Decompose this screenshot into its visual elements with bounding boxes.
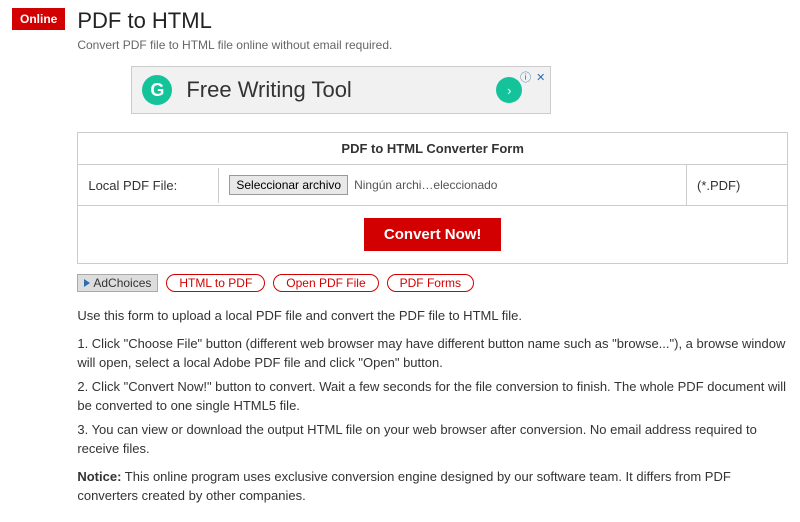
online-badge: Online (12, 8, 65, 30)
link-open-pdf-file[interactable]: Open PDF File (273, 274, 378, 292)
ad-logo-icon: G (142, 75, 172, 105)
file-label: Local PDF File: (78, 168, 219, 203)
link-pdf-forms[interactable]: PDF Forms (387, 274, 474, 292)
instruction-3: 3. You can view or download the output H… (77, 420, 788, 459)
instruction-2: 2. Click "Convert Now!" button to conver… (77, 377, 788, 416)
converter-form: PDF to HTML Converter Form Local PDF Fil… (77, 132, 788, 264)
ad-close-icon[interactable]: ⓘ ✕ (520, 69, 546, 85)
ad-text: Free Writing Tool (186, 77, 351, 103)
ad-banner[interactable]: G Free Writing Tool › ⓘ ✕ (131, 66, 551, 114)
form-header: PDF to HTML Converter Form (78, 133, 787, 165)
intro-text: Use this form to upload a local PDF file… (77, 306, 788, 326)
file-extension-label: (*.PDF) (687, 168, 787, 203)
page-title: PDF to HTML (77, 8, 788, 34)
adchoices-badge[interactable]: AdChoices (77, 274, 158, 292)
link-html-to-pdf[interactable]: HTML to PDF (166, 274, 265, 292)
file-status-text: Ningún archi…eleccionado (354, 178, 497, 192)
play-icon (84, 279, 90, 287)
ad-arrow-icon[interactable]: › (496, 77, 522, 103)
choose-file-button[interactable]: Seleccionar archivo (229, 175, 348, 195)
convert-button[interactable]: Convert Now! (364, 218, 502, 251)
instruction-1: 1. Click "Choose File" button (different… (77, 334, 788, 373)
page-subtitle: Convert PDF file to HTML file online wit… (77, 38, 788, 52)
